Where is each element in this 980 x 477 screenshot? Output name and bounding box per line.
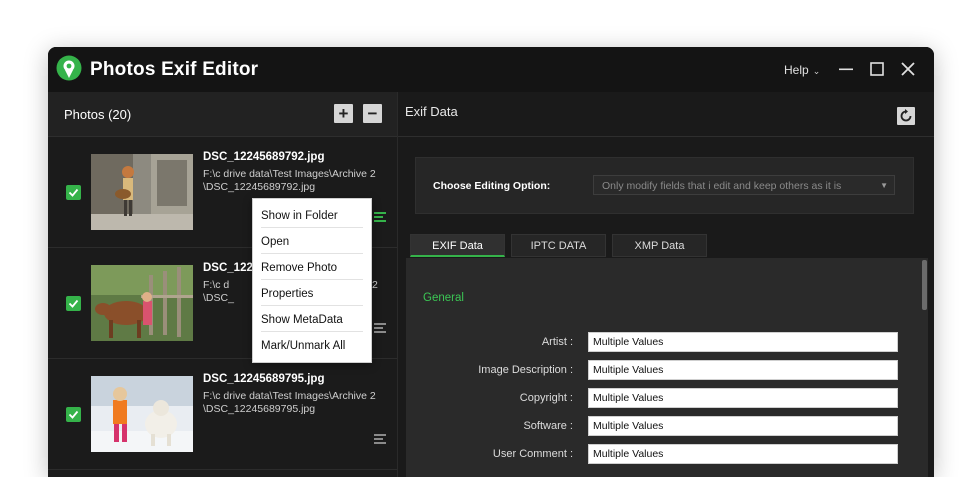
row-menu-icon[interactable] [374,212,386,222]
app-logo-icon [56,55,82,81]
field-label-copyright: Copyright : [519,392,573,404]
row-menu-icon[interactable] [374,434,386,444]
image-description-input[interactable]: Multiple Values [588,360,898,380]
photo-checkbox[interactable] [66,185,81,200]
photo-filename: DSC_12245689792.jpg [203,151,325,163]
section-general: General [423,292,464,304]
field-label-software: Software : [523,420,573,432]
header-divider [398,136,934,137]
photo-filename: DSC_12245689795.jpg [203,373,325,385]
photos-header: Photos (20) + − [48,92,397,137]
software-input[interactable]: Multiple Values [588,416,898,436]
checkmark-icon [68,410,79,419]
photo-checkbox[interactable] [66,296,81,311]
editing-option-box: Choose Editing Option: Only modify field… [415,157,914,214]
menu-separator [261,305,363,306]
row-menu-icon[interactable] [374,323,386,333]
photo-path-tail: 2 [372,279,378,291]
photo-row[interactable]: DSC_12245689795.jpg F:\c drive data\Test… [48,359,397,470]
menu-item-remove-photo[interactable]: Remove Photo [261,261,363,275]
exif-panel: Exif Data Choose Editing Option: Only mo… [398,92,934,477]
menu-item-show-metadata[interactable]: Show MetaData [261,313,363,327]
copyright-input[interactable]: Multiple Values [588,388,898,408]
photo-path: F:\c drive data\Test Images\Archive 2 \D… [203,390,376,415]
tab-xmp-data[interactable]: XMP Data [612,234,707,257]
app-title: Photos Exif Editor [90,59,259,80]
minimize-icon[interactable] [837,60,855,78]
title-bar: Photos Exif Editor Help ⌄ [48,47,934,92]
exif-panel-title: Exif Data [405,104,458,119]
photos-count-title: Photos (20) [64,107,132,122]
remove-photo-button[interactable]: − [363,104,382,123]
tab-iptc-data[interactable]: IPTC DATA [511,234,606,257]
menu-item-mark-unmark-all[interactable]: Mark/Unmark All [261,339,363,353]
checkmark-icon [68,299,79,308]
dropdown-arrow-icon: ▼ [880,181,888,190]
help-menu[interactable]: Help ⌄ [784,63,820,77]
checkmark-icon [68,188,79,197]
field-label-user-comment: User Comment : [492,448,573,460]
help-label: Help [784,63,809,77]
photo-checkbox[interactable] [66,407,81,422]
editing-option-value: Only modify fields that i edit and keep … [602,180,842,192]
photo-thumbnail[interactable] [91,154,193,230]
maximize-icon[interactable] [868,60,886,78]
menu-item-properties[interactable]: Properties [261,287,363,301]
editing-option-label: Choose Editing Option: [433,180,551,192]
refresh-icon[interactable] [897,107,915,125]
app-window: Photos Exif Editor Help ⌄ Photos (20) + − [48,47,934,477]
user-comment-input[interactable]: Multiple Values [588,444,898,464]
menu-item-show-in-folder[interactable]: Show in Folder [261,209,363,223]
photo-filename: DSC_1224 [203,262,260,274]
field-label-artist: Artist : [541,336,573,348]
menu-separator [261,227,363,228]
tab-exif-data[interactable]: EXIF Data [410,234,505,257]
artist-input[interactable]: Multiple Values [588,332,898,352]
add-photo-button[interactable]: + [334,104,353,123]
editing-option-select[interactable]: Only modify fields that i edit and keep … [593,175,895,195]
menu-separator [261,279,363,280]
photo-thumbnail[interactable] [91,265,193,341]
photo-thumbnail[interactable] [91,376,193,452]
menu-separator [261,253,363,254]
context-menu: Show in Folder Open Remove Photo Propert… [252,198,372,363]
menu-separator [261,331,363,332]
field-label-image-description: Image Description : [478,364,573,376]
chevron-down-icon: ⌄ [812,66,821,76]
menu-item-open[interactable]: Open [261,235,363,249]
scrollbar-thumb[interactable] [922,260,927,310]
exif-fields-area: General Artist : Multiple Values Image D… [406,258,928,477]
photo-path: F:\c drive data\Test Images\Archive 2 \D… [203,168,376,193]
close-icon[interactable] [899,60,917,78]
